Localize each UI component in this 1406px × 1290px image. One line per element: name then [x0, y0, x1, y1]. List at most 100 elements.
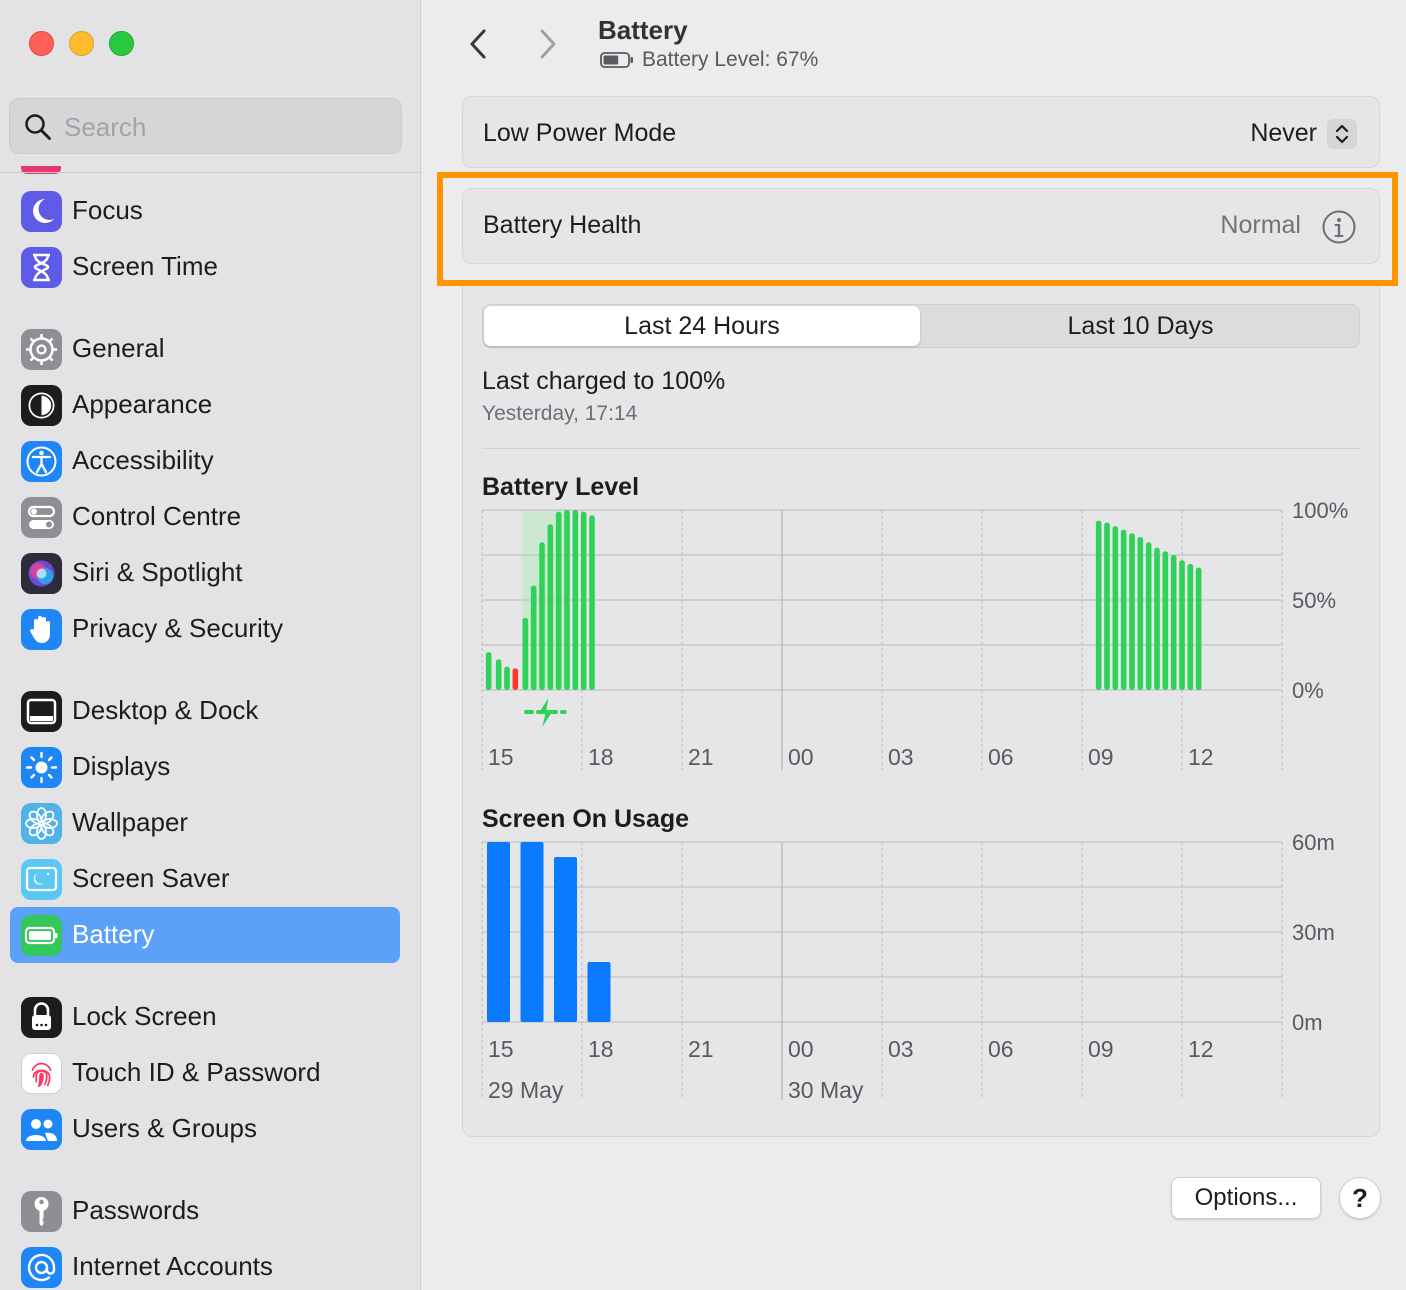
sidebar-item-label: Displays — [72, 751, 171, 781]
lock-icon — [21, 997, 62, 1038]
sidebar-item-label: Screen Saver — [72, 863, 230, 893]
y-tick-label: 0% — [1292, 678, 1324, 703]
sidebar-item-lock-screen[interactable]: Lock Screen — [10, 989, 400, 1045]
battery-level-bar — [1129, 533, 1135, 690]
x-tick-label: 12 — [1188, 1036, 1214, 1062]
sidebar-item-touch-id-and-password[interactable]: Touch ID & Password — [10, 1045, 400, 1101]
flower-icon — [21, 803, 62, 844]
battery-level-bar — [1187, 564, 1194, 690]
x-tick-label: 21 — [688, 1036, 714, 1062]
sidebar-item-displays[interactable]: Displays — [10, 739, 400, 795]
battery-level-bar — [1162, 551, 1169, 690]
sidebar-item-label: Users & Groups — [72, 1113, 257, 1143]
battery-level-bar — [485, 652, 492, 690]
x-tick-label: 00 — [788, 1036, 814, 1062]
sidebar-item-desktop-and-dock[interactable]: Desktop & Dock — [10, 683, 400, 739]
sidebar-item-label: Focus — [72, 195, 143, 225]
y-tick-label: 30m — [1292, 920, 1335, 945]
hand-icon — [21, 609, 62, 650]
fingerprint-icon — [21, 1053, 62, 1094]
minimize-window-button[interactable] — [69, 31, 94, 56]
x-tick-label: 09 — [1088, 744, 1114, 770]
battery-level-bar — [564, 510, 570, 690]
sidebar-item-internet-accounts[interactable]: Internet Accounts — [10, 1239, 400, 1290]
dock-icon — [21, 691, 62, 732]
sidebar-item-label: Privacy & Security — [72, 613, 283, 643]
battery-level-bar — [555, 511, 562, 690]
x-tick-label: 06 — [988, 744, 1014, 770]
battery-level-bar — [512, 668, 519, 690]
sun-icon — [21, 747, 62, 788]
battery-level-bar — [1145, 542, 1152, 690]
battery-level-bar — [1104, 522, 1110, 690]
at-icon — [21, 1247, 62, 1288]
sidebar-item-screen-saver[interactable]: Screen Saver — [10, 851, 400, 907]
sidebar-item-passwords[interactable]: Passwords — [10, 1183, 400, 1239]
sidebar-item-siri-and-spotlight[interactable]: Siri & Spotlight — [10, 545, 400, 601]
screen-usage-bar — [554, 857, 577, 1022]
moon-icon — [21, 191, 62, 232]
search-placeholder: Search — [64, 112, 147, 142]
sidebar-item-label: Wallpaper — [72, 807, 189, 837]
sidebar-item-battery[interactable]: Battery — [10, 907, 400, 963]
sidebar-item-label: Desktop & Dock — [72, 695, 259, 725]
y-tick-label: 0m — [1292, 1010, 1323, 1035]
sidebar: Search Focus Screen Time General Appearance… — [0, 0, 421, 1290]
battery-level-bar — [539, 542, 545, 690]
screensaver-icon — [21, 859, 62, 900]
charging-bolt-icon — [538, 698, 554, 727]
battery-level-bar — [580, 511, 587, 690]
sidebar-item-screen-time[interactable]: Screen Time — [10, 239, 400, 295]
battery-level-bar — [547, 524, 554, 690]
screen-usage-bar — [587, 962, 611, 1022]
x-tick-label: 21 — [688, 744, 714, 770]
battery-icon — [21, 915, 62, 956]
sidebar-item-control-centre[interactable]: Control Centre — [10, 489, 400, 545]
appearance-icon — [21, 385, 62, 426]
x-tick-label: 15 — [488, 744, 514, 770]
battery-level-bar — [1170, 555, 1177, 690]
x-tick-label: 18 — [588, 744, 614, 770]
sidebar-item-label: General — [72, 333, 165, 363]
battery-health-highlight — [437, 172, 1398, 286]
battery-level-bar — [1120, 529, 1127, 690]
battery-level-bar — [572, 510, 579, 690]
sidebar-item-label: Battery — [72, 919, 155, 949]
sidebar-item-focus[interactable]: Focus — [10, 183, 400, 239]
sidebar-item-accessibility[interactable]: Accessibility — [10, 433, 400, 489]
sidebar-item-general[interactable]: General — [10, 321, 400, 377]
x-tick-label: 12 — [1188, 744, 1214, 770]
battery-level-bar — [589, 515, 595, 690]
x-tick-label: 03 — [888, 1036, 914, 1062]
screen-usage-bar — [487, 842, 510, 1022]
battery-charts: 100% 50% 0% 15 18 21 00 03 06 09 12 60m 30m 0m 15 18 21 0… — [481, 498, 1348, 1103]
sidebar-item-label: Internet Accounts — [72, 1251, 273, 1281]
battery-level-bar — [1179, 560, 1185, 690]
sidebar-item-label: Accessibility — [72, 445, 214, 475]
users-icon — [21, 1109, 62, 1150]
y-tick-label: 50% — [1292, 588, 1336, 613]
battery-level-bar — [1154, 547, 1160, 690]
gear-icon — [21, 329, 62, 370]
sidebar-divider — [0, 172, 420, 173]
battery-level-bar — [522, 618, 529, 690]
sidebar-item-users-and-groups[interactable]: Users & Groups — [10, 1101, 400, 1157]
options-button[interactable]: Options... — [1171, 1177, 1321, 1219]
accessibility-icon — [21, 441, 62, 482]
battery-level-bar — [1095, 520, 1102, 690]
battery-level-bar — [1112, 526, 1119, 690]
sidebar-item-wallpaper[interactable]: Wallpaper — [10, 795, 400, 851]
zoom-window-button[interactable] — [109, 31, 134, 56]
battery-level-bar — [530, 585, 537, 690]
battery-level-bar — [1137, 537, 1144, 690]
sidebar-item-appearance[interactable]: Appearance — [10, 377, 400, 433]
close-window-button[interactable] — [29, 31, 54, 56]
sidebar-item-privacy-and-security[interactable]: Privacy & Security — [10, 601, 400, 657]
date-label: 30 May — [788, 1077, 864, 1103]
search-input[interactable]: Search — [9, 98, 402, 154]
help-button[interactable]: ? — [1339, 1177, 1381, 1219]
search-icon — [25, 114, 51, 140]
screen-usage-bar — [520, 842, 544, 1022]
sidebar-item-label: Appearance — [72, 389, 213, 419]
sidebar-item-label: Passwords — [72, 1195, 200, 1225]
